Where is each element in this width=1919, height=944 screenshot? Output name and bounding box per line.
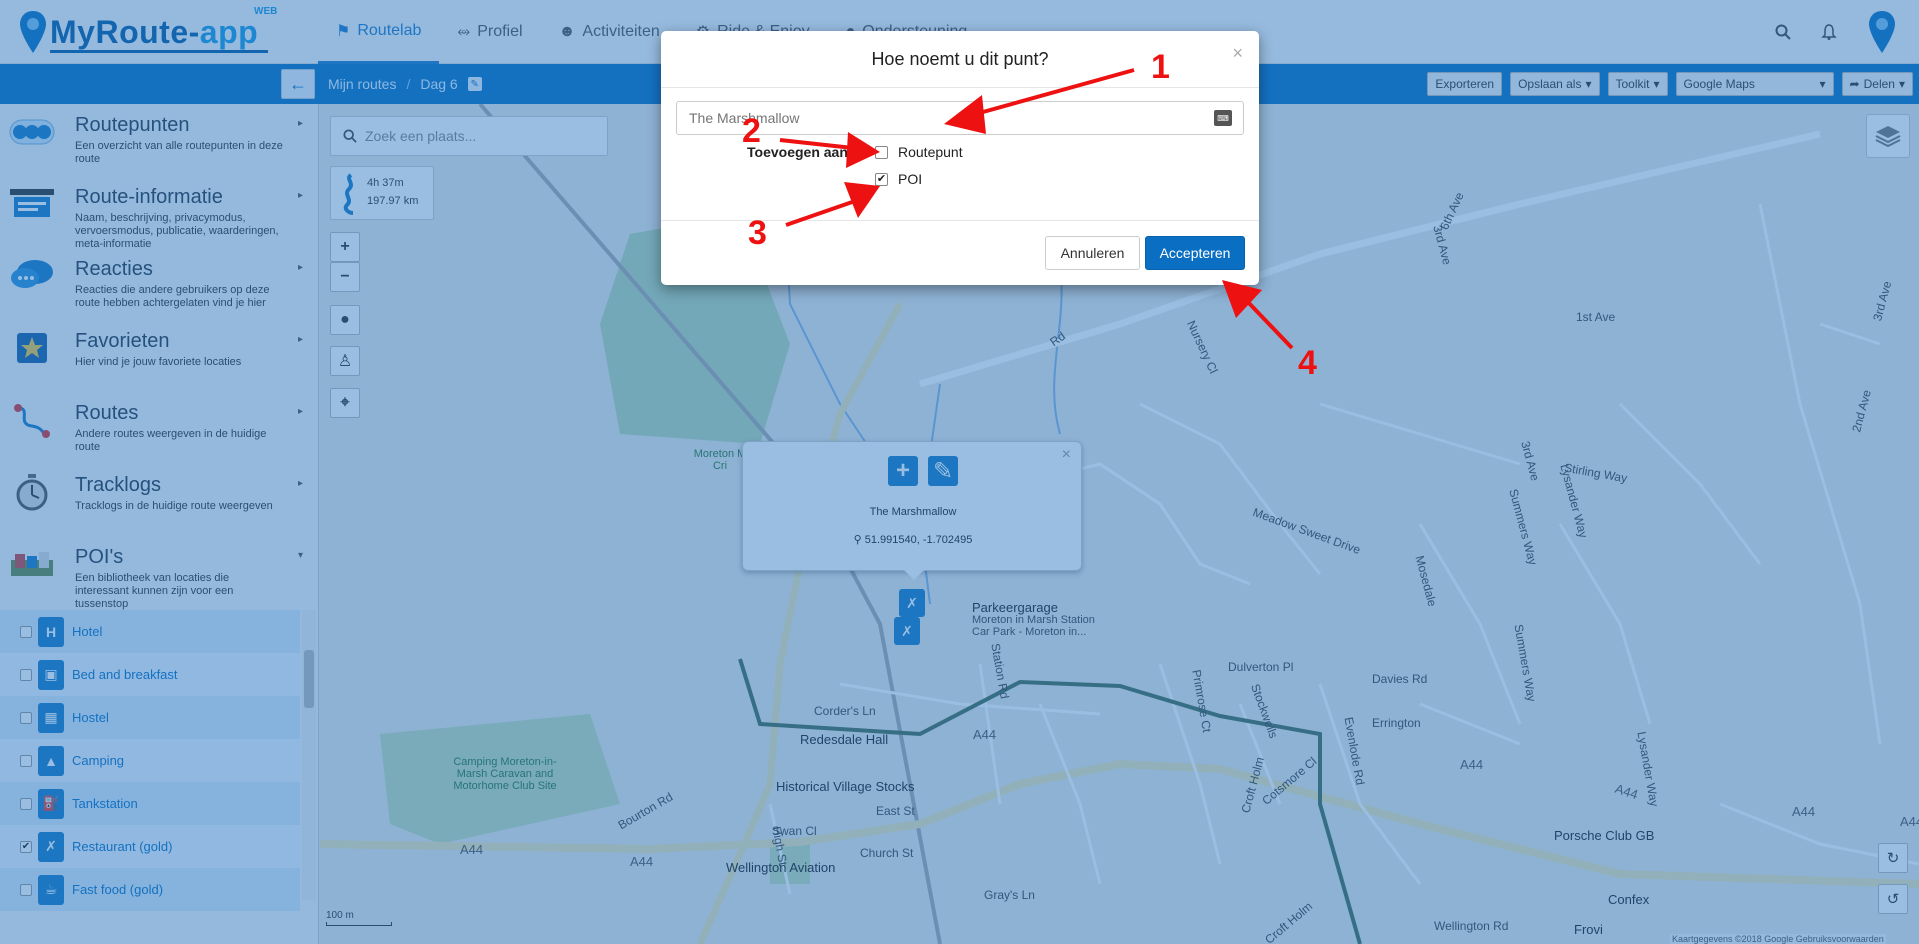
arrow-2 bbox=[779, 132, 880, 168]
arrow-1 bbox=[944, 68, 1135, 134]
annotation-number-2: 2 bbox=[742, 112, 761, 150]
annotation-number-1: 1 bbox=[1151, 48, 1170, 86]
annotation-number-4: 4 bbox=[1298, 344, 1317, 382]
annotation-number-3: 3 bbox=[748, 214, 767, 252]
annotation-arrows bbox=[779, 68, 1294, 350]
arrow-4 bbox=[1222, 280, 1294, 350]
arrow-3 bbox=[785, 182, 880, 227]
